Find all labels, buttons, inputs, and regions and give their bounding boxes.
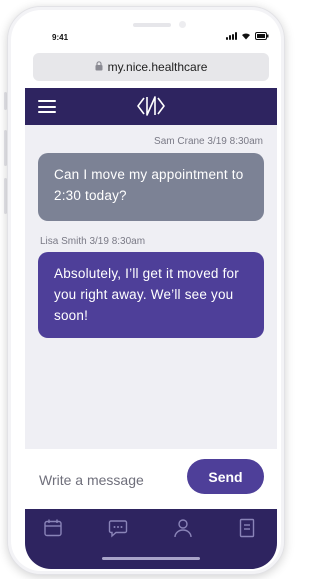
hamburger-menu-icon[interactable]: [38, 100, 56, 113]
lock-icon: [95, 60, 103, 74]
send-button[interactable]: Send: [187, 459, 264, 494]
chat-icon[interactable]: [108, 518, 132, 542]
calendar-icon[interactable]: [43, 518, 67, 542]
status-time: 9:41: [52, 33, 69, 42]
message-input[interactable]: [39, 469, 179, 491]
tab-bar: [25, 509, 277, 569]
home-indicator[interactable]: [102, 557, 200, 560]
nice-healthcare-logo-icon[interactable]: [136, 94, 166, 123]
app-header: [25, 88, 277, 125]
message-meta: Sam Crane 3/19 8:30am: [154, 136, 263, 147]
battery-icon: [255, 32, 269, 40]
message-composer: Send: [25, 449, 277, 509]
chat-area[interactable]: Sam Crane 3/19 8:30am Can I move my appo…: [25, 125, 277, 449]
profile-icon[interactable]: [173, 518, 197, 542]
wifi-icon: [241, 32, 251, 40]
browser-url-bar[interactable]: my.nice.healthcare: [33, 53, 269, 81]
phone-camera: [179, 21, 186, 28]
document-icon[interactable]: [237, 518, 261, 542]
signal-icon: [226, 32, 237, 40]
phone-speaker: [133, 23, 171, 27]
status-icons: [226, 32, 269, 40]
received-message-bubble: Absolutely, I’ll get it moved for you ri…: [38, 252, 264, 338]
url-text: my.nice.healthcare: [107, 60, 208, 74]
message-meta: Lisa Smith 3/19 8:30am: [40, 236, 146, 247]
sent-message-bubble: Can I move my appointment to 2:30 today?: [38, 153, 264, 221]
